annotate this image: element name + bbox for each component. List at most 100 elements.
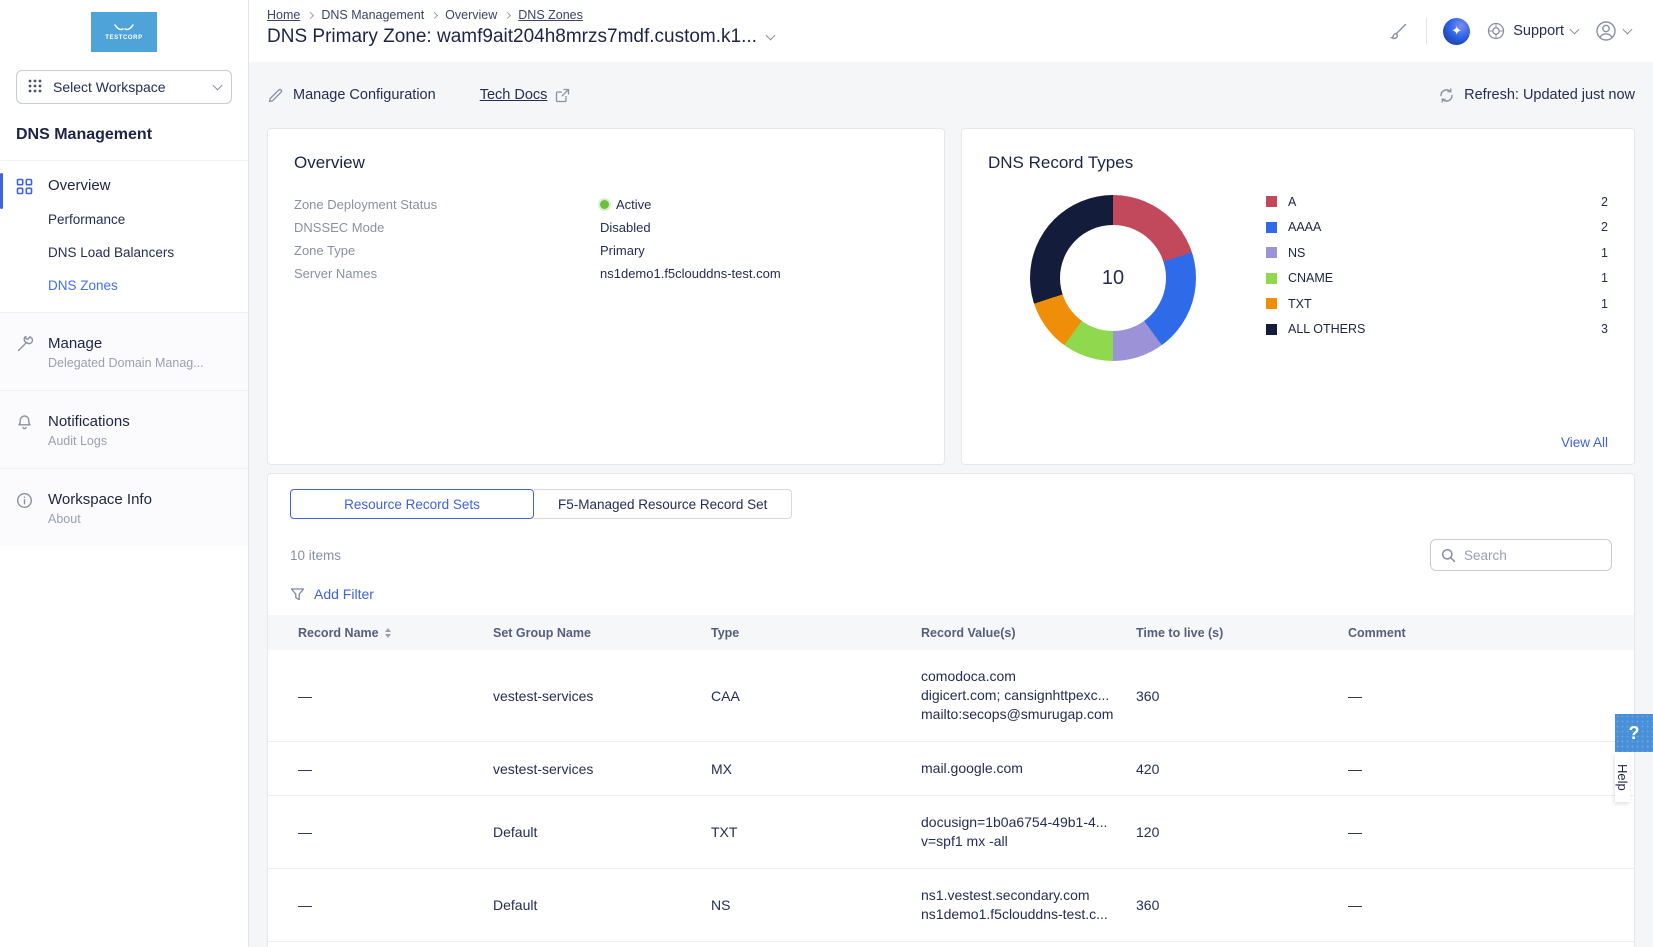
help-question-button[interactable]: ?	[1615, 714, 1653, 752]
breadcrumb-dns-management[interactable]: DNS Management	[321, 8, 424, 22]
table-row[interactable]: —DefaultNSns1.vestest.secondary.comns1de…	[268, 869, 1634, 942]
ai-assistant-button[interactable]: ✦	[1443, 18, 1470, 45]
top-bar: Home DNS Management Overview DNS Zones D…	[249, 0, 1653, 62]
search-box[interactable]	[1430, 539, 1612, 571]
legend-count: 1	[1601, 297, 1608, 311]
cell-type: MX	[711, 761, 921, 777]
sidebar-item-subtitle[interactable]: Delegated Domain Manag...	[48, 356, 204, 370]
cell-ttl: 120	[1136, 824, 1348, 840]
legend-item[interactable]: CNAME 1	[1266, 266, 1608, 292]
tech-docs-label: Tech Docs	[480, 87, 548, 103]
logo-text: TESTCORP	[105, 35, 142, 41]
kv-label: Server Names	[294, 266, 600, 281]
column-ttl: Time to live (s)	[1136, 626, 1348, 640]
top-bar-actions: ✦ Support	[1388, 0, 1653, 62]
sidebar-item-overview[interactable]: Overview	[0, 167, 248, 203]
cell-type: NS	[711, 897, 921, 913]
sidebar: TESTCORP Select Workspace DNS Management…	[0, 0, 249, 947]
legend-swatch	[1266, 247, 1277, 258]
zone-toolbar: Manage Configuration Tech Docs Refresh: …	[267, 62, 1635, 128]
workspace-selector[interactable]: Select Workspace	[16, 70, 232, 104]
search-input[interactable]	[1464, 548, 1601, 563]
legend-item[interactable]: ALL OTHERS3	[1266, 317, 1608, 343]
breadcrumb-overview[interactable]: Overview	[445, 8, 497, 22]
chevron-right-icon	[307, 11, 314, 18]
support-icon	[1486, 21, 1506, 41]
table-row[interactable]: —vestest-servicesCAAcomodoca.comdigicert…	[268, 650, 1634, 742]
manage-configuration-button[interactable]: Manage Configuration	[267, 87, 436, 104]
breadcrumb-title-block: Home DNS Management Overview DNS Zones D…	[249, 0, 1388, 62]
pencil-icon	[267, 87, 284, 104]
legend-swatch	[1266, 273, 1277, 284]
table-row[interactable]: —DefaultTXTdocusign=1b0a6754-49b1-4...v=…	[268, 796, 1634, 869]
sidebar-section-overview: Overview Performance DNS Load Balancers …	[0, 160, 248, 312]
legend-label: TXT	[1288, 297, 1312, 311]
column-set-group-name: Set Group Name	[493, 626, 711, 640]
breadcrumb-dns-zones[interactable]: DNS Zones	[518, 8, 583, 22]
sidebar-item-manage[interactable]: Manage Delegated Domain Manag...	[0, 325, 248, 378]
chart-legend: A2AAAA2NS1 CNAME 1 TXT 1 ALL OTHERS3	[1266, 189, 1608, 448]
column-record-values: Record Value(s)	[921, 626, 1136, 640]
sidebar-item-subtitle[interactable]: Audit Logs	[48, 434, 130, 448]
sort-icon[interactable]	[385, 628, 391, 638]
kv-value: Active	[616, 197, 651, 212]
legend-label: CNAME	[1288, 271, 1333, 285]
sidebar-item-dns-zones[interactable]: DNS Zones	[0, 269, 248, 302]
sidebar-section-notifications: Notifications Audit Logs	[0, 390, 248, 468]
column-record-name[interactable]: Record Name	[298, 626, 379, 640]
sidebar-item-dns-load-balancers[interactable]: DNS Load Balancers	[0, 236, 248, 269]
kv-value: Primary	[600, 243, 645, 258]
items-count: 10 items	[290, 548, 341, 563]
legend-item[interactable]: AAAA2	[1266, 215, 1608, 241]
cell-record-values: docusign=1b0a6754-49b1-4...v=spf1 mx -al…	[921, 813, 1136, 851]
sidebar-item-notifications[interactable]: Notifications Audit Logs	[0, 403, 248, 456]
sidebar-item-label: Overview	[48, 177, 111, 194]
overview-card: Overview Zone Deployment Status Active D…	[267, 128, 945, 465]
sidebar-item-performance[interactable]: Performance	[0, 203, 248, 236]
sidebar-item-label: Manage	[48, 335, 204, 352]
refresh-icon	[1438, 87, 1455, 104]
sidebar-item-workspace-info[interactable]: Workspace Info About	[0, 481, 248, 534]
grid-squares-icon	[16, 178, 34, 195]
legend-item[interactable]: A2	[1266, 189, 1608, 215]
logo-area: TESTCORP	[0, 0, 248, 62]
table-body: —vestest-servicesCAAcomodoca.comdigicert…	[268, 650, 1634, 947]
sidebar-section-manage: Manage Delegated Domain Manag...	[0, 312, 248, 390]
info-icon	[16, 492, 34, 509]
account-menu[interactable]	[1594, 19, 1631, 43]
title-chevron-down-icon[interactable]	[765, 31, 775, 41]
cell-record-values: ns1.vestest.secondary.comns1demo1.f5clou…	[921, 886, 1136, 924]
add-filter-button[interactable]: Add Filter	[290, 586, 1612, 602]
legend-item[interactable]: TXT 1	[1266, 291, 1608, 317]
breadcrumb-home[interactable]: Home	[267, 8, 300, 22]
cell-ttl: 420	[1136, 761, 1348, 777]
legend-count: 1	[1601, 246, 1608, 260]
column-comment: Comment	[1348, 626, 1634, 640]
tab-f5-managed-resource-record-set[interactable]: F5-Managed Resource Record Set	[534, 489, 792, 519]
sidebar-item-subtitle[interactable]: About	[48, 512, 152, 526]
kv-value: ns1demo1.f5clouddns-test.com	[600, 266, 781, 281]
kv-label: Zone Type	[294, 243, 600, 258]
help-tab[interactable]: Help	[1615, 752, 1630, 802]
legend-item[interactable]: NS1	[1266, 240, 1608, 266]
wrench-icon	[16, 336, 34, 353]
support-menu[interactable]: Support	[1486, 21, 1578, 41]
sidebar-item-label: Notifications	[48, 413, 130, 430]
table-row[interactable]: —vestest-servicesMXmail.google.com420—	[268, 742, 1634, 796]
tech-docs-link[interactable]: Tech Docs	[480, 87, 548, 103]
support-label: Support	[1513, 23, 1564, 39]
table-row[interactable]: —DefaultAAAA4444:4444...360—	[268, 942, 1634, 947]
add-filter-label: Add Filter	[314, 586, 374, 602]
cell-comment: —	[1348, 824, 1634, 840]
view-all-link[interactable]: View All	[1561, 435, 1608, 450]
cell-ttl: 360	[1136, 897, 1348, 913]
tab-resource-record-sets[interactable]: Resource Record Sets	[290, 489, 534, 519]
refresh-label: Refresh: Updated just now	[1464, 87, 1635, 103]
legend-count: 1	[1601, 271, 1608, 285]
legend-swatch	[1266, 324, 1277, 335]
refresh-button[interactable]: Refresh: Updated just now	[1438, 87, 1635, 104]
search-icon	[1441, 548, 1456, 563]
theme-brush-icon[interactable]	[1388, 20, 1410, 42]
chevron-right-icon	[504, 11, 511, 18]
legend-count: 3	[1601, 322, 1608, 336]
